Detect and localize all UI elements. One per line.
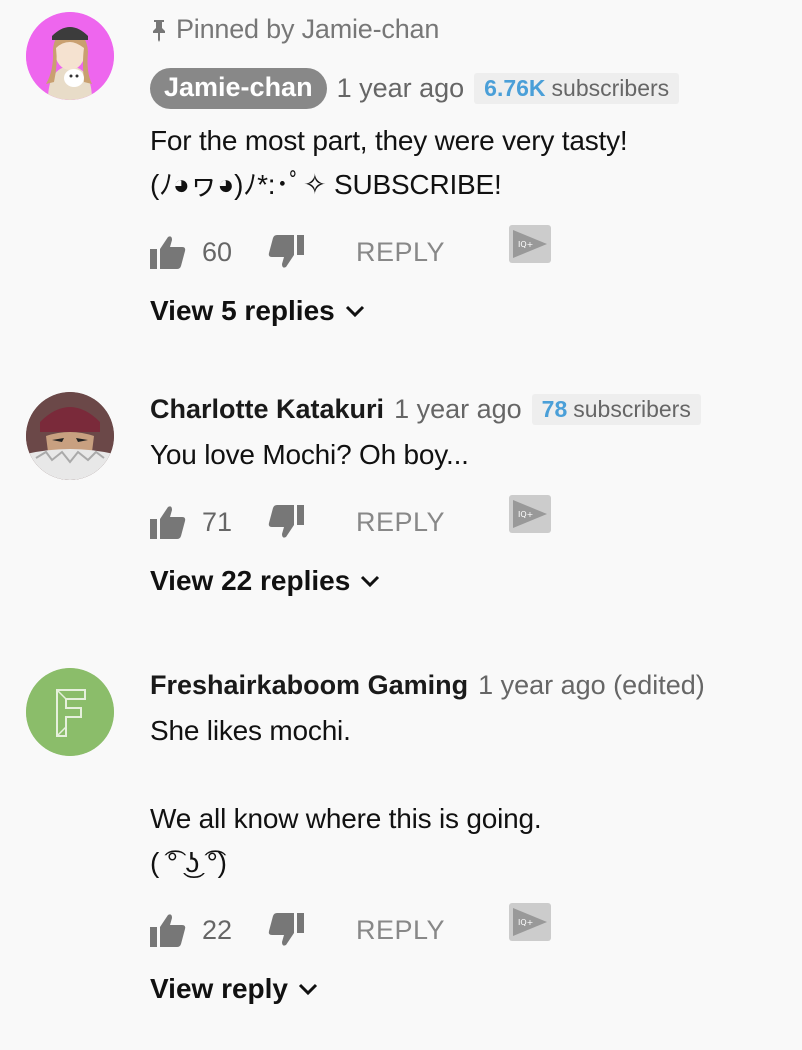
- chevron-down-icon: [345, 305, 364, 318]
- comment-line: For the most part, they were very tasty!: [150, 125, 628, 156]
- avatar-image: [26, 668, 114, 756]
- view-replies-label: View 22 replies: [150, 565, 351, 596]
- comment-actions: 22 REPLY IQ+: [150, 903, 782, 953]
- pinned-label: Pinned by Jamie-chan: [176, 14, 440, 44]
- thumbs-up-icon[interactable]: [150, 913, 186, 947]
- like-count: 60: [202, 236, 233, 267]
- comment-actions: 71 REPLY IQ+: [150, 495, 782, 545]
- subscriber-label: subscribers: [551, 75, 670, 101]
- author-name[interactable]: Freshairkaboom Gaming: [150, 670, 468, 701]
- chevron-down-icon: [298, 983, 318, 996]
- subscriber-count: 78: [541, 396, 568, 422]
- chevron-down-icon: [361, 575, 380, 588]
- avatar[interactable]: [26, 12, 114, 100]
- view-replies-button[interactable]: View 22 replies: [150, 565, 782, 597]
- view-replies-button[interactable]: View reply: [150, 973, 782, 1005]
- avatar[interactable]: [26, 392, 114, 480]
- comment-time[interactable]: 1 year ago: [337, 73, 465, 104]
- view-replies-button[interactable]: View 5 replies: [150, 295, 782, 327]
- comment-line: (ﾉ◕ヮ◕)ﾉ*:･ﾟ✧ SUBSCRIBE!: [150, 169, 502, 200]
- comment-meta: Jamie-chan 1 year ago 6.76K subscribers: [150, 68, 782, 109]
- avatar[interactable]: [26, 668, 114, 756]
- comment-time[interactable]: 1 year ago (edited): [478, 670, 705, 701]
- comment-line: ( ͡° ͜ʖ ͡°): [150, 847, 227, 878]
- comment-text: For the most part, they were very tasty!…: [150, 119, 782, 207]
- comment-line: You love Mochi? Oh boy...: [150, 439, 469, 470]
- reply-button[interactable]: REPLY: [356, 237, 445, 268]
- subscriber-label: subscribers: [573, 396, 691, 422]
- like-count: 22: [202, 914, 233, 945]
- comment-text: She likes mochi. We all know where this …: [150, 709, 782, 885]
- comment-line: She likes mochi.: [150, 715, 351, 746]
- iq-play-icon[interactable]: IQ+: [509, 903, 552, 941]
- comment-meta: Freshairkaboom Gaming 1 year ago (edited…: [150, 670, 782, 701]
- view-replies-label: View reply: [150, 973, 289, 1004]
- thumbs-down-icon[interactable]: [268, 913, 304, 947]
- reply-button[interactable]: REPLY: [356, 507, 445, 538]
- subscriber-badge: 78 subscribers: [531, 394, 701, 425]
- comment-actions: 60 REPLY IQ+: [150, 225, 782, 275]
- thumbs-up-icon[interactable]: [150, 505, 186, 539]
- pinned-indicator: Pinned by Jamie-chan: [150, 14, 439, 45]
- comment-text: You love Mochi? Oh boy...: [150, 433, 782, 477]
- reply-button[interactable]: REPLY: [356, 915, 445, 946]
- thumbs-down-icon[interactable]: [268, 505, 304, 539]
- comment-meta: Charlotte Katakuri 1 year ago 78 subscri…: [150, 394, 782, 425]
- view-replies-label: View 5 replies: [150, 295, 335, 326]
- comment-line: We all know where this is going.: [150, 803, 542, 834]
- iq-play-icon[interactable]: IQ+: [509, 225, 552, 263]
- comment-line: [150, 753, 782, 797]
- like-count: 71: [202, 506, 233, 537]
- comment-time[interactable]: 1 year ago: [394, 394, 522, 425]
- svg-text:IQ+: IQ+: [518, 918, 533, 927]
- thumbs-down-icon[interactable]: [268, 235, 304, 269]
- avatar-image: [26, 12, 114, 100]
- author-name[interactable]: Jamie-chan: [150, 68, 327, 109]
- svg-text:IQ+: IQ+: [518, 240, 533, 249]
- subscriber-count: 6.76K: [484, 75, 546, 101]
- author-name[interactable]: Charlotte Katakuri: [150, 394, 384, 425]
- svg-text:IQ+: IQ+: [518, 510, 533, 519]
- avatar-image: [26, 392, 114, 480]
- thumbs-up-icon[interactable]: [150, 235, 186, 269]
- subscriber-badge: 6.76K subscribers: [474, 73, 680, 104]
- pin-icon: [153, 19, 165, 42]
- iq-play-icon[interactable]: IQ+: [509, 495, 552, 533]
